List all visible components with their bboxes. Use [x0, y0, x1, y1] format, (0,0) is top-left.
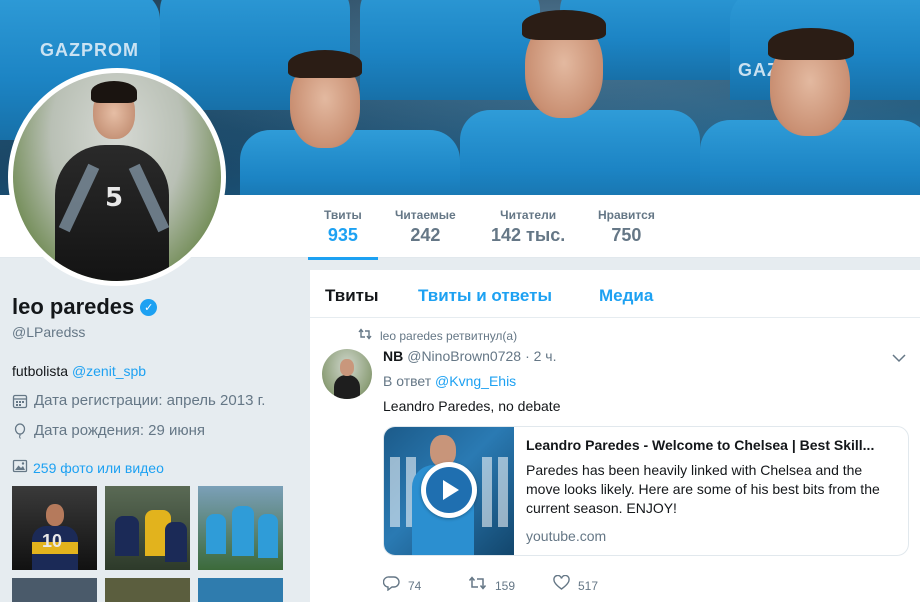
retweet-count: 159	[495, 578, 516, 593]
profile-bio: futbolista @zenit_spb	[12, 363, 292, 379]
joined-date: Дата регистрации: апрель 2013 г.	[12, 392, 292, 409]
banner-player-hair	[288, 50, 362, 78]
tab-tweets[interactable]: Твиты	[325, 286, 378, 306]
banner-player-shirt	[460, 110, 700, 195]
profile-avatar[interactable]: 5	[8, 68, 226, 286]
bio-text: futbolista	[12, 363, 69, 379]
profile-handle[interactable]: @LParedss	[12, 324, 292, 340]
media-thumbnail[interactable]	[105, 486, 190, 570]
retweet-icon	[468, 576, 487, 595]
verified-badge-icon: ✓	[140, 298, 158, 316]
media-thumbnail[interactable]	[198, 486, 283, 570]
banner-player-shirt	[240, 130, 460, 195]
card-description: Paredes has been heavily linked with Che…	[526, 462, 880, 516]
reply-count: 74	[408, 578, 422, 593]
play-icon[interactable]	[421, 462, 477, 518]
reply-button[interactable]: 74	[382, 575, 468, 596]
stat-tweets[interactable]: Твиты 935	[308, 208, 378, 260]
photos-link-text: 259 фото или видео	[33, 459, 164, 476]
thumbnail-shirt-number: 10	[42, 531, 63, 551]
avatar-shirt-number: 5	[105, 183, 124, 213]
photos-videos-link[interactable]: 259 фото или видео	[12, 458, 292, 477]
tweet-header: NB @NinoBrown0728 · 2 ч.	[383, 348, 557, 364]
tweet-author-handle[interactable]: @NinoBrown0728	[407, 348, 521, 364]
banner-player-shirt	[360, 0, 540, 100]
tweet-author-avatar[interactable]	[322, 349, 372, 399]
timeline: Твиты Твиты и ответы Медиа leo paredes р…	[310, 270, 920, 602]
link-preview-card[interactable]: Leandro Paredes - Welcome to Chelsea | B…	[383, 426, 909, 556]
media-thumbnail[interactable]	[12, 578, 97, 602]
stat-value: 242	[410, 225, 441, 245]
profile-name[interactable]: leo paredes	[12, 294, 134, 320]
tab-tweets-and-replies[interactable]: Твиты и ответы	[418, 286, 552, 306]
avatar-hair	[91, 81, 137, 103]
card-thumbnail	[384, 427, 514, 555]
reply-prefix: В ответ	[383, 373, 432, 389]
media-thumbnail[interactable]	[105, 578, 190, 602]
retweet-button[interactable]: 159	[468, 575, 553, 596]
stat-label: Твиты	[324, 208, 362, 222]
joined-text: Дата регистрации: апрель 2013 г.	[34, 392, 266, 409]
tweet-author-name[interactable]: NB	[383, 348, 403, 364]
calendar-icon	[12, 393, 28, 409]
stat-label: Нравится	[598, 208, 655, 222]
card-body: Leandro Paredes - Welcome to Chelsea | B…	[514, 427, 908, 555]
stat-likes[interactable]: Нравится 750	[598, 208, 655, 246]
timeline-tabs: Твиты Твиты и ответы Медиа	[310, 270, 920, 318]
retweet-context-text: leo paredes ретвитнул(а)	[380, 328, 518, 343]
tweet[interactable]: leo paredes ретвитнул(а) NB @NinoBrown07…	[310, 319, 920, 602]
retweet-icon	[358, 328, 372, 343]
stat-label: Читаемые	[395, 208, 456, 222]
card-title: Leandro Paredes - Welcome to Chelsea | B…	[526, 437, 875, 453]
reply-handle-link[interactable]: @Kvng_Ehis	[435, 373, 516, 389]
media-thumbnail[interactable]: 10	[12, 486, 97, 570]
banner-player-hair	[522, 10, 606, 40]
reply-icon	[382, 575, 400, 596]
tweet-actions: 74 159 517	[382, 574, 638, 596]
reply-context: В ответ @Kvng_Ehis	[383, 373, 516, 389]
stat-label: Читатели	[500, 208, 557, 222]
tweet-timestamp[interactable]: · 2 ч.	[525, 348, 556, 364]
birthday-text: Дата рождения: 29 июня	[34, 422, 206, 439]
stat-following[interactable]: Читаемые 242	[395, 208, 456, 246]
profile-card: leo paredes ✓ @LParedss futbolista @zeni…	[12, 294, 292, 477]
media-thumbnail[interactable]	[198, 578, 283, 602]
stat-value: 142 тыс.	[491, 225, 566, 245]
tab-media[interactable]: Медиа	[599, 286, 653, 306]
stat-followers[interactable]: Читатели 142 тыс.	[491, 208, 565, 246]
retweet-context: leo paredes ретвитнул(а)	[358, 328, 517, 343]
stat-value: 750	[611, 225, 642, 245]
tweet-text: Leandro Paredes, no debate	[383, 398, 561, 414]
banner-player-hair	[768, 28, 854, 60]
bio-mention-link[interactable]: @zenit_spb	[72, 363, 146, 379]
birthday-balloon-icon	[12, 422, 28, 439]
like-button[interactable]: 517	[553, 574, 638, 596]
chevron-down-icon[interactable]	[892, 351, 906, 366]
card-domain: youtube.com	[526, 528, 607, 544]
heart-icon	[553, 574, 570, 596]
like-count: 517	[578, 578, 599, 593]
birthday: Дата рождения: 29 июня	[12, 422, 292, 439]
banner-sponsor-text: GAZPROM	[40, 40, 139, 60]
photo-icon	[12, 458, 28, 477]
stat-value: 935	[327, 225, 358, 245]
